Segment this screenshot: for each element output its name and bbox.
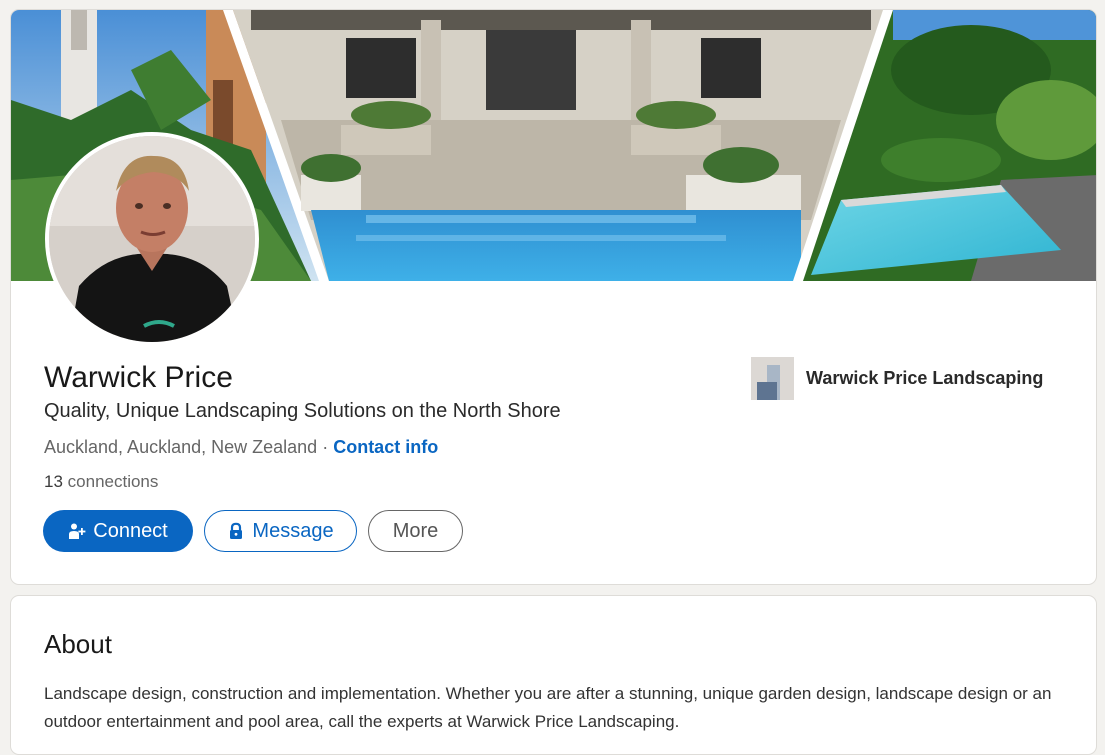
profile-headline: Quality, Unique Landscaping Solutions on… bbox=[44, 400, 561, 422]
avatar[interactable] bbox=[45, 132, 259, 346]
message-label: Message bbox=[252, 519, 334, 542]
about-card: About Landscape design, construction and… bbox=[10, 595, 1097, 755]
location-row: Auckland, Auckland, New Zealand · Contac… bbox=[44, 437, 438, 458]
about-title: About bbox=[44, 629, 112, 659]
connect-label: Connect bbox=[93, 519, 168, 542]
connections-label: connections bbox=[67, 472, 159, 491]
connect-button[interactable]: Connect bbox=[43, 510, 193, 552]
profile-name: Warwick Price bbox=[44, 361, 233, 394]
connections-count[interactable]: 13 connections bbox=[44, 472, 158, 492]
contact-info-link[interactable]: Contact info bbox=[333, 437, 438, 457]
company-logo bbox=[751, 357, 794, 400]
company-name: Warwick Price Landscaping bbox=[806, 368, 1044, 388]
more-button[interactable]: More bbox=[368, 510, 463, 552]
about-text: Landscape design, construction and imple… bbox=[44, 684, 1052, 731]
current-company[interactable]: Warwick Price Landscaping bbox=[751, 357, 1043, 400]
profile-card: Warwick Price Quality, Unique Landscapin… bbox=[10, 9, 1097, 585]
connections-number: 13 bbox=[44, 472, 63, 491]
message-button[interactable]: Message bbox=[204, 510, 357, 552]
person-add-icon bbox=[68, 522, 86, 540]
separator: · bbox=[322, 437, 329, 457]
lock-icon bbox=[227, 522, 245, 540]
location-text: Auckland, Auckland, New Zealand bbox=[44, 437, 318, 457]
more-label: More bbox=[392, 519, 439, 542]
